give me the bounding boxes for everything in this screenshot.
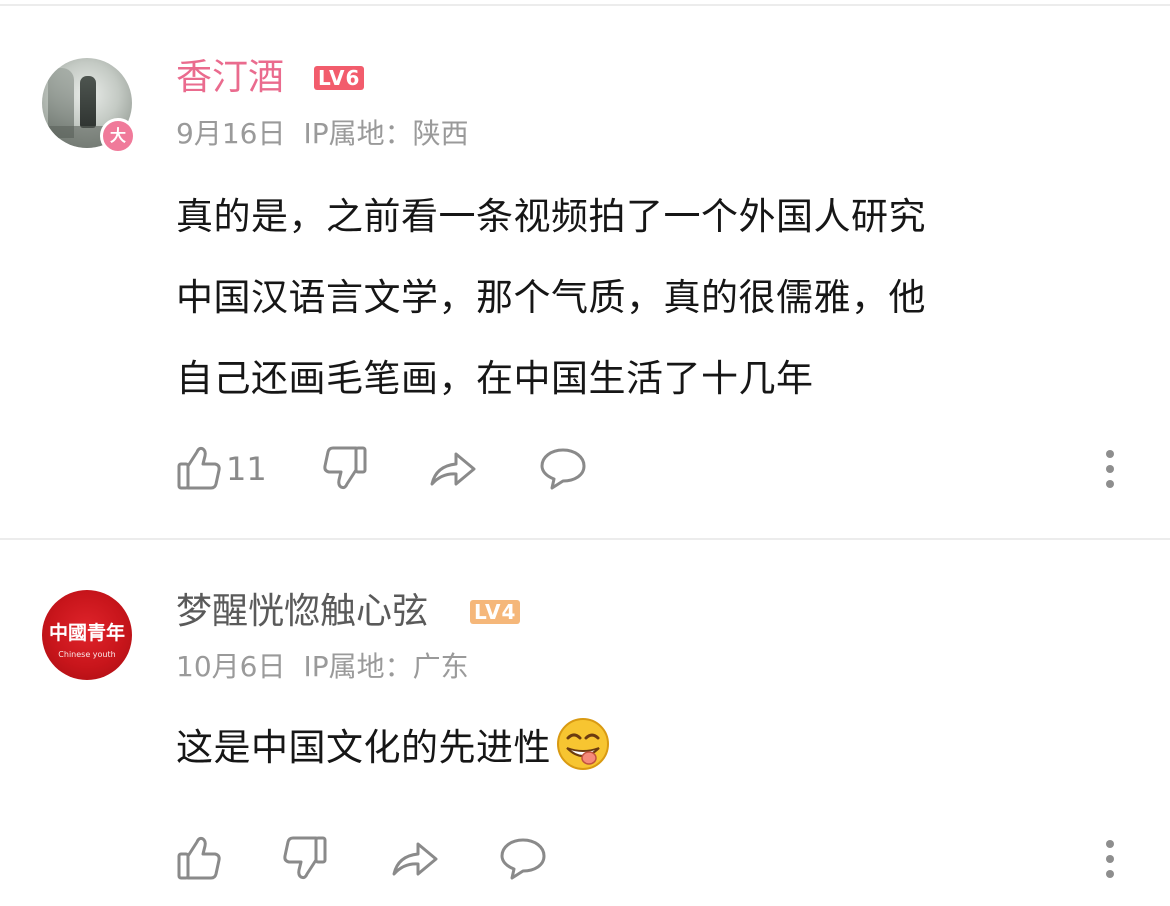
comment-text: 这是中国文化的先进性 [176,716,1106,778]
avatar-figure [80,76,96,128]
reply-icon [540,448,586,490]
ip-location: IP属地：陕西 [303,117,469,150]
comment-item: 大 香汀酒 LV6 9月16日 IP属地：陕西 真的是，之前看一条视频拍了一个外国… [0,0,1170,536]
comment-meta: 10月6日 IP属地：广东 [176,650,469,684]
comment-item: 中國青年 Chinese youth 梦醒恍惚触心弦 LV4 10月6日 IP属地… [0,540,1170,906]
thumbs-up-icon [177,446,221,490]
more-dot [1106,840,1114,848]
comment-text-line: 真的是，之前看一条视频拍了一个外国人研究 [176,195,926,238]
level-badge: LV6 [314,66,365,90]
share-button[interactable] [390,834,440,884]
like-button[interactable] [176,834,222,884]
share-icon [430,452,476,486]
dislike-button[interactable] [282,834,328,884]
more-dot [1106,855,1114,863]
like-button[interactable] [176,444,222,494]
vip-badge: 大 [100,118,136,154]
comment-date: 9月16日 [176,117,286,150]
reply-icon [500,838,546,880]
more-dot [1106,450,1114,458]
comment-text-line: 中国汉语言文学，那个气质，真的很儒雅，他 [176,276,926,319]
level-badge: LV4 [470,600,521,624]
more-dot [1106,465,1114,473]
like-count: 11 [226,450,267,488]
comment-meta: 9月16日 IP属地：陕西 [176,117,469,151]
comment-text: 真的是，之前看一条视频拍了一个外国人研究 中国汉语言文学，那个气质，真的很儒雅，… [176,176,1106,419]
grinning-tongue-emoji [557,718,609,770]
more-dot [1106,480,1114,488]
reply-button[interactable] [538,444,588,494]
comment-actions [0,828,1170,888]
avatar-brand: 中國青年 [48,622,125,644]
comment-text-line: 自己还画毛笔画，在中国生活了十几年 [176,357,814,400]
comment-actions: 11 [0,438,1170,498]
dislike-button[interactable] [322,444,368,494]
username[interactable]: 梦醒恍惚触心弦 [176,590,428,634]
avatar[interactable]: 中國青年 Chinese youth [42,590,132,680]
reply-button[interactable] [498,834,548,884]
comment-text-line: 这是中国文化的先进性 [176,726,551,769]
thumbs-up-icon [177,836,221,880]
share-button[interactable] [428,444,478,494]
ip-location: IP属地：广东 [303,650,469,683]
more-icon[interactable] [1100,446,1120,492]
more-dot [1106,870,1114,878]
username[interactable]: 香汀酒 [176,56,284,100]
thumbs-down-icon [283,836,327,880]
thumbs-down-icon [323,446,367,490]
comment-date: 10月6日 [176,650,286,683]
avatar-brand-sub: Chinese youth [58,650,116,659]
share-icon [392,842,438,876]
more-icon[interactable] [1100,836,1120,882]
